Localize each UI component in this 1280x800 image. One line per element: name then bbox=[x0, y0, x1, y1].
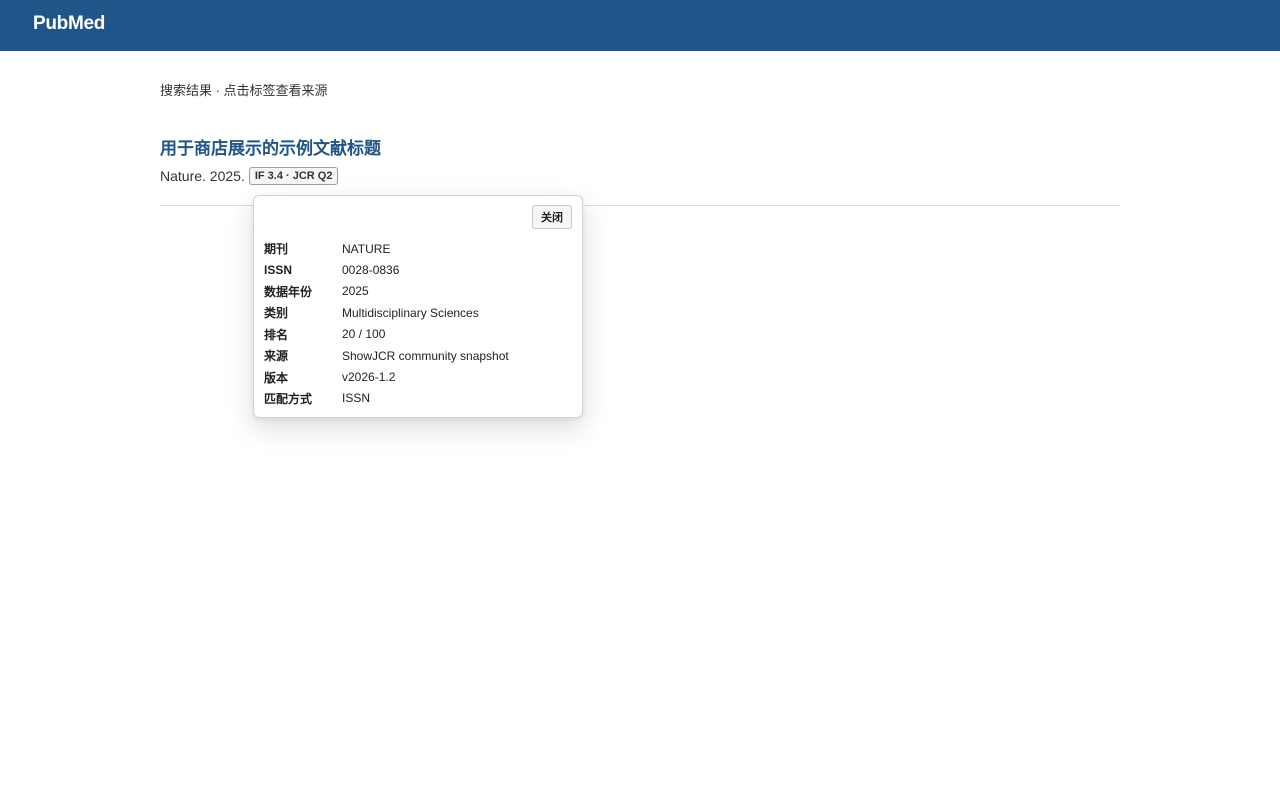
close-button[interactable]: 关闭 bbox=[532, 205, 572, 229]
info-key: 数据年份 bbox=[264, 284, 313, 299]
info-value: ShowJCR community snapshot bbox=[342, 348, 509, 363]
info-row-category: 类别 Multidisciplinary Sciences bbox=[264, 302, 509, 323]
info-row-year: 数据年份 2025 bbox=[264, 281, 509, 302]
info-key: 来源 bbox=[264, 349, 289, 364]
info-key: 排名 bbox=[264, 327, 289, 342]
info-value: Multidisciplinary Sciences bbox=[342, 305, 479, 320]
info-row-journal: 期刊 NATURE bbox=[264, 238, 509, 259]
info-key: 版本 bbox=[264, 370, 289, 385]
info-row-source: 来源 ShowJCR community snapshot bbox=[264, 345, 509, 366]
info-row-rank: 排名 20 / 100 bbox=[264, 324, 509, 345]
info-key: ISSN bbox=[264, 263, 293, 278]
top-header-bar: PubMed bbox=[0, 0, 1280, 51]
journal-info-popover: 关闭 期刊 NATURE ISSN 0028-0836 数据年份 2025 类别… bbox=[253, 195, 583, 418]
info-row-issn: ISSN 0028-0836 bbox=[264, 259, 509, 280]
info-key: 期刊 bbox=[264, 242, 289, 257]
info-value: 2025 bbox=[342, 284, 369, 299]
info-value: ISSN bbox=[342, 391, 371, 406]
info-key: 类别 bbox=[264, 306, 289, 321]
info-value: 20 / 100 bbox=[342, 327, 386, 342]
info-key: 匹配方式 bbox=[264, 391, 313, 406]
results-hint-text: 搜索结果 · 点击标签查看来源 bbox=[160, 83, 328, 98]
journal-info-list: 期刊 NATURE ISSN 0028-0836 数据年份 2025 类别 Mu… bbox=[264, 238, 509, 409]
info-value: NATURE bbox=[342, 241, 391, 256]
impact-factor-badge[interactable]: IF 3.4 · JCR Q2 bbox=[248, 167, 339, 185]
citation-text: Nature. 2025. bbox=[160, 168, 245, 184]
info-row-version: 版本 v2026-1.2 bbox=[264, 366, 509, 387]
article-citation-line: Nature. 2025. IF 3.4 · JCR Q2 bbox=[160, 166, 339, 186]
article-title-link[interactable]: 用于商店展示的示例文献标题 bbox=[160, 134, 381, 159]
pubmed-logo[interactable]: PubMed bbox=[33, 13, 105, 35]
info-value: 0028-0836 bbox=[342, 263, 400, 278]
info-row-match-method: 匹配方式 ISSN bbox=[264, 388, 509, 409]
info-value: v2026-1.2 bbox=[342, 370, 396, 385]
